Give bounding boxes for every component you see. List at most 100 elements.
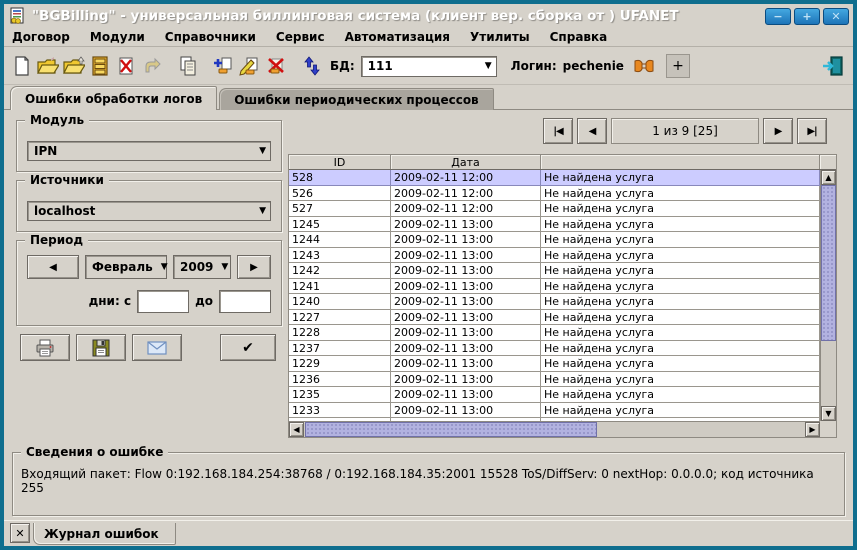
column-header-message[interactable] [541,155,820,169]
column-header-date[interactable]: Дата [391,155,541,169]
menu-item[interactable]: Утилиты [470,30,541,44]
cell-id: 526 [289,186,391,202]
copy-document-icon[interactable] [176,54,200,78]
next-page-button[interactable]: ▶ [763,118,793,144]
table-row[interactable]: 527 2009-02-11 12:00 Не найдена услуга [289,201,820,217]
open-folder-icon[interactable] [36,54,60,78]
day-to-input[interactable] [219,290,271,313]
delete-document-icon[interactable] [114,54,138,78]
table-row[interactable]: 1243 2009-02-11 13:00 Не найдена услуга [289,248,820,264]
last-page-button[interactable]: ▶| [797,118,827,144]
menu-item[interactable]: Справка [550,30,619,44]
month-select[interactable]: Февраль ▼ [85,255,167,279]
prev-page-button[interactable]: ◀ [577,118,607,144]
cell-message: Не найдена услуга [541,170,820,186]
cell-message: Не найдена услуга [541,310,820,326]
menu-item[interactable]: Справочники [165,30,267,44]
horizontal-scrollbar[interactable]: ◀ ▶ [289,421,820,437]
cell-date: 2009-02-11 13:00 [391,232,541,248]
table-row[interactable]: 1228 2009-02-11 13:00 Не найдена услуга [289,325,820,341]
apply-button[interactable]: ✔ [220,334,276,361]
delete-item-icon[interactable] [264,54,288,78]
table-row[interactable]: 528 2009-02-11 12:00 Не найдена услуга [289,170,820,186]
first-page-button[interactable]: |◀ [543,118,573,144]
db-selected-value: 111 [368,59,393,73]
add-item-icon[interactable] [212,54,236,78]
month-selected-value: Февраль [92,260,153,274]
menu-item[interactable]: Автоматизация [345,30,461,44]
minimize-button[interactable]: − [765,8,791,25]
archive-cabinet-icon[interactable] [88,54,112,78]
close-tab-button[interactable]: ✕ [10,523,30,543]
printer-icon [35,339,55,357]
bottom-tab-label: Журнал ошибок [44,527,159,541]
cell-id: 1233 [289,403,391,419]
cell-id: 1229 [289,356,391,372]
vertical-scrollbar[interactable]: ▲ ▼ [820,170,836,421]
table-row[interactable]: 1236 2009-02-11 13:00 Не найдена услуга [289,372,820,388]
table-row[interactable]: 1242 2009-02-11 13:00 Не найдена услуга [289,263,820,279]
table-row[interactable]: 1245 2009-02-11 13:00 Не найдена услуга [289,217,820,233]
tab[interactable]: Ошибки периодических процессов [219,88,493,110]
db-select[interactable]: 111 ▼ [361,56,497,77]
table-row[interactable]: 1227 2009-02-11 13:00 Не найдена услуга [289,310,820,326]
table-body: 528 2009-02-11 12:00 Не найдена услуга 5… [289,170,820,421]
table-row[interactable]: 1229 2009-02-11 13:00 Не найдена услуга [289,356,820,372]
toolbar: БД: 111 ▼ Логин: pechenie + [4,48,853,85]
mail-button[interactable] [132,334,182,361]
table-row[interactable]: 1240 2009-02-11 13:00 Не найдена услуга [289,294,820,310]
cell-date: 2009-02-11 12:00 [391,186,541,202]
module-groupbox: Модуль IPN ▼ [16,120,282,172]
open-folder-alt-icon[interactable] [62,54,86,78]
menu-item[interactable]: Модули [90,30,156,44]
scroll-down-button[interactable]: ▼ [821,406,836,421]
cell-message: Не найдена услуга [541,232,820,248]
next-month-button[interactable]: ▶ [237,255,271,279]
print-button[interactable] [20,334,70,361]
period-groupbox: Период ◀ Февраль ▼ 2009 ▼ ▶ [16,240,282,326]
table-row[interactable]: 1241 2009-02-11 13:00 Не найдена услуга [289,279,820,295]
cell-id: 1236 [289,372,391,388]
cell-id: 1244 [289,232,391,248]
refresh-icon[interactable] [300,54,324,78]
table-row[interactable]: 1237 2009-02-11 13:00 Не найдена услуга [289,341,820,357]
add-connection-button[interactable]: + [666,54,690,78]
year-select[interactable]: 2009 ▼ [173,255,231,279]
cell-date: 2009-02-11 13:00 [391,279,541,295]
cell-id: 1245 [289,217,391,233]
cell-message: Не найдена услуга [541,186,820,202]
cell-date: 2009-02-11 13:00 [391,263,541,279]
module-select[interactable]: IPN ▼ [27,141,271,161]
vertical-scroll-thumb[interactable] [821,185,836,341]
scroll-up-button[interactable]: ▲ [821,170,836,185]
table-row[interactable]: 1244 2009-02-11 13:00 Не найдена услуга [289,232,820,248]
error-details-groupbox: Сведения о ошибке Входящий пакет: Flow 0… [12,452,845,516]
scroll-left-button[interactable]: ◀ [289,422,304,437]
cell-id: 1241 [289,279,391,295]
close-button[interactable]: ✕ [823,8,849,25]
column-header-id[interactable]: ID [289,155,391,169]
redo-arrow-icon[interactable] [140,54,164,78]
table-row[interactable]: 1235 2009-02-11 13:00 Не найдена услуга [289,387,820,403]
maximize-button[interactable]: + [794,8,820,25]
edit-item-icon[interactable] [238,54,262,78]
horizontal-scroll-thumb[interactable] [305,422,597,437]
scroll-right-button[interactable]: ▶ [805,422,820,437]
save-button[interactable] [76,334,126,361]
day-from-input[interactable] [137,290,189,313]
cell-id: 1243 [289,248,391,264]
tab[interactable]: Ошибки обработки логов [10,86,217,110]
sources-select[interactable]: localhost ▼ [27,201,271,221]
chevron-down-icon: ▼ [485,61,492,71]
chevron-down-icon: ▼ [259,206,266,216]
sources-groupbox: Источники localhost ▼ [16,180,282,232]
exit-door-icon[interactable] [821,54,845,78]
table-row[interactable]: 1233 2009-02-11 13:00 Не найдена услуга [289,403,820,419]
prev-month-button[interactable]: ◀ [27,255,79,279]
table-row[interactable]: 526 2009-02-11 12:00 Не найдена услуга [289,186,820,202]
menu-item[interactable]: Сервис [276,30,336,44]
new-document-icon[interactable] [10,54,34,78]
menu-item[interactable]: Договор [12,30,81,44]
cell-id: 1242 [289,263,391,279]
tab-error-journal[interactable]: Журнал ошибок [33,523,176,545]
